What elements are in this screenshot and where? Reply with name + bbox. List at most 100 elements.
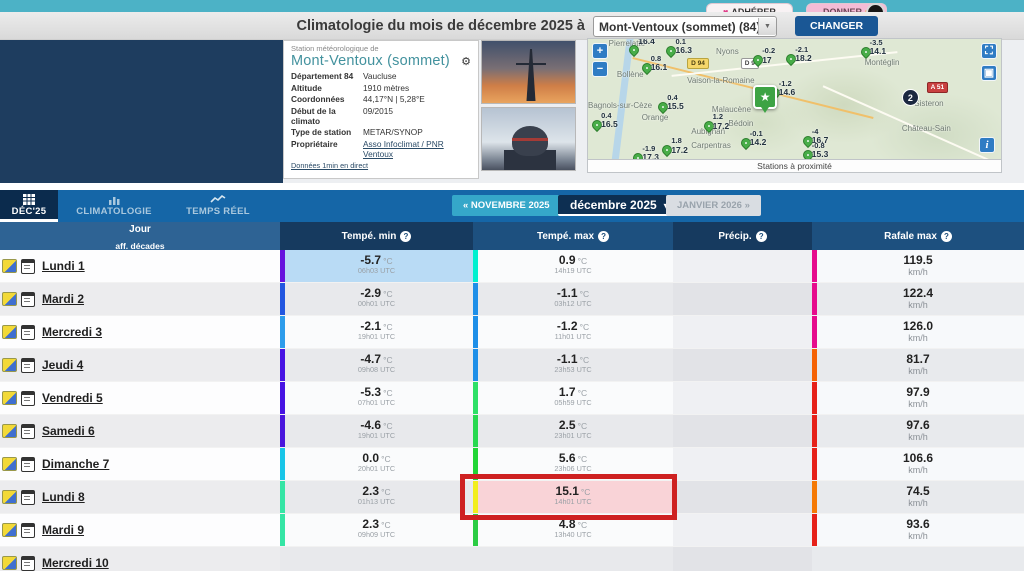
- calendar-icon[interactable]: [21, 325, 35, 340]
- zoom-out-button[interactable]: −: [592, 61, 608, 77]
- live-data-link[interactable]: Données 1min en direct: [291, 161, 471, 170]
- day-cell: Mardi 2: [0, 283, 280, 315]
- temp-time: 03h12 UTC: [473, 300, 673, 309]
- map-place-label: Orange: [642, 113, 669, 122]
- help-icon[interactable]: ?: [941, 231, 952, 242]
- calendar-icon[interactable]: [21, 358, 35, 373]
- next-month-button[interactable]: JANVIER 2026 »: [666, 195, 761, 216]
- table-row: Dimanche 70.0°C20h01 UTC5.6°C23h06 UTC10…: [0, 448, 1024, 481]
- calendar-icon[interactable]: [21, 424, 35, 439]
- station-photo-observatory[interactable]: [481, 107, 576, 171]
- table-header: Jour aff. décades Tempé. min? Tempé. max…: [0, 222, 1024, 250]
- temp-scale-stripe: [473, 316, 478, 348]
- tab-climatologie[interactable]: CLIMATOLOGIE: [58, 190, 170, 222]
- day-link[interactable]: Samedi 6: [42, 424, 95, 438]
- layers-button[interactable]: ▣: [981, 65, 997, 81]
- temp-scale-stripe: [473, 283, 478, 315]
- prev-month-button[interactable]: « NOVEMBRE 2025: [452, 195, 561, 216]
- station-photo-mast[interactable]: [481, 40, 576, 104]
- calendar-icon[interactable]: [21, 391, 35, 406]
- temp-max-cell: 0.9°C14h19 UTC: [473, 250, 673, 282]
- temp-scale-stripe: [473, 349, 478, 381]
- day-link[interactable]: Dimanche 7: [42, 457, 109, 471]
- climate-sheet-icon[interactable]: [2, 457, 17, 471]
- fullscreen-button[interactable]: ⛶: [981, 43, 997, 59]
- temp-min-cell: -5.7°C06h03 UTC: [280, 250, 473, 282]
- temp-max-cell: 4.8°C13h40 UTC: [473, 514, 673, 546]
- day-link[interactable]: Lundi 8: [42, 490, 85, 504]
- day-link[interactable]: Vendredi 5: [42, 391, 103, 405]
- gear-icon[interactable]: ⚙: [461, 55, 471, 68]
- field-label: Propriétaire: [291, 140, 363, 159]
- temp-value: -2.1°C: [280, 316, 473, 333]
- line-chart-icon: [210, 194, 226, 205]
- tab-temps-reel[interactable]: TEMPS RÉEL: [170, 190, 266, 222]
- precip-cell: [673, 349, 812, 381]
- tab-dec25[interactable]: DÉC'25: [0, 190, 58, 222]
- temp-time: 00h01 UTC: [280, 300, 473, 309]
- climate-sheet-icon[interactable]: [2, 424, 17, 438]
- changer-button[interactable]: CHANGER: [795, 16, 878, 36]
- temp-value: 2.5°C: [473, 415, 673, 432]
- climate-sheet-icon[interactable]: [2, 391, 17, 405]
- station-overview-band: Station météorologique de Mont-Ventoux (…: [0, 40, 1024, 183]
- tab-temps-reel-label: TEMPS RÉEL: [186, 206, 250, 217]
- table-row: Lundi 1 -5.7°C06h03 UTC0.9°C14h19 UTC 119.…: [0, 250, 1024, 283]
- day-link[interactable]: Mardi 2: [42, 292, 84, 306]
- day-link[interactable]: Jeudi 4: [42, 358, 83, 372]
- gust-unit: km/h: [812, 531, 1024, 542]
- day-link[interactable]: Lundi 1: [42, 259, 85, 273]
- climate-sheet-icon[interactable]: [2, 358, 17, 372]
- day-cell: Lundi 8: [0, 481, 280, 513]
- help-icon[interactable]: ?: [598, 231, 609, 242]
- gust-unit: km/h: [812, 300, 1024, 311]
- calendar-icon[interactable]: [21, 457, 35, 472]
- calendar-icon[interactable]: [21, 259, 35, 274]
- temp-value: 1.7°C: [473, 382, 673, 399]
- day-link[interactable]: Mercredi 10: [42, 556, 109, 570]
- field-value[interactable]: Asso Infoclimat / PNR Ventoux: [363, 140, 471, 159]
- marker-values: -2.118.2: [795, 46, 812, 64]
- temp-scale-stripe: [473, 448, 478, 480]
- zoom-in-button[interactable]: +: [592, 43, 608, 59]
- site-top-bar: ♥ADHÉRER DONNER♥: [0, 0, 1024, 12]
- map-info-button[interactable]: i: [979, 137, 995, 153]
- calendar-icon[interactable]: [21, 490, 35, 505]
- gust-column-header: Rafale max?: [812, 222, 1024, 250]
- temp-scale-stripe: [280, 514, 285, 546]
- temp-value: 0.9°C: [473, 250, 673, 267]
- day-link[interactable]: Mercredi 3: [42, 325, 102, 339]
- precip-cell: [673, 283, 812, 315]
- station-fields: Département 84VaucluseAltitude1910 mètre…: [291, 72, 471, 159]
- station-select[interactable]: Mont-Ventoux (sommet) (84) ▼: [593, 16, 777, 37]
- help-icon[interactable]: ?: [400, 231, 411, 242]
- day-cell: Lundi 1: [0, 250, 280, 282]
- climate-sheet-icon[interactable]: [2, 325, 17, 339]
- day-cell: Jeudi 4: [0, 349, 280, 381]
- climate-sheet-icon[interactable]: [2, 259, 17, 273]
- temp-max-cell: -1.1°C03h12 UTC: [473, 283, 673, 315]
- precip-cell: [673, 514, 812, 546]
- calendar-icon[interactable]: [21, 556, 35, 571]
- current-month-dropdown[interactable]: décembre 2025▼: [558, 195, 683, 216]
- gust-cell: 119.5km/h: [812, 250, 1024, 282]
- gust-scale-stripe: [812, 349, 817, 381]
- climate-sheet-icon[interactable]: [2, 490, 17, 504]
- gust-scale-stripe: [812, 382, 817, 414]
- climate-sheet-icon[interactable]: [2, 523, 17, 537]
- marker-values: 0.416.5: [601, 112, 618, 130]
- climate-sheet-icon[interactable]: [2, 556, 17, 570]
- calendar-icon[interactable]: [21, 523, 35, 538]
- station-field: PropriétaireAsso Infoclimat / PNR Ventou…: [291, 140, 471, 159]
- climate-sheet-icon[interactable]: [2, 292, 17, 306]
- stations-map[interactable]: PierrelatteNyonsBollèneVaison-la-Romaine…: [587, 38, 1002, 160]
- map-caption: Stations à proximité: [587, 160, 1002, 173]
- calendar-icon[interactable]: [21, 292, 35, 307]
- temp-scale-stripe: [280, 448, 285, 480]
- table-row: Samedi 6-4.6°C19h01 UTC2.5°C23h01 UTC97.…: [0, 415, 1024, 448]
- infoclimat-climatology-page: ♥ADHÉRER DONNER♥ Climatologie du mois de…: [0, 0, 1024, 571]
- help-icon[interactable]: ?: [756, 231, 767, 242]
- selected-station-marker[interactable]: ★: [753, 85, 777, 109]
- field-label: Coordonnées: [291, 95, 363, 105]
- day-link[interactable]: Mardi 9: [42, 523, 84, 537]
